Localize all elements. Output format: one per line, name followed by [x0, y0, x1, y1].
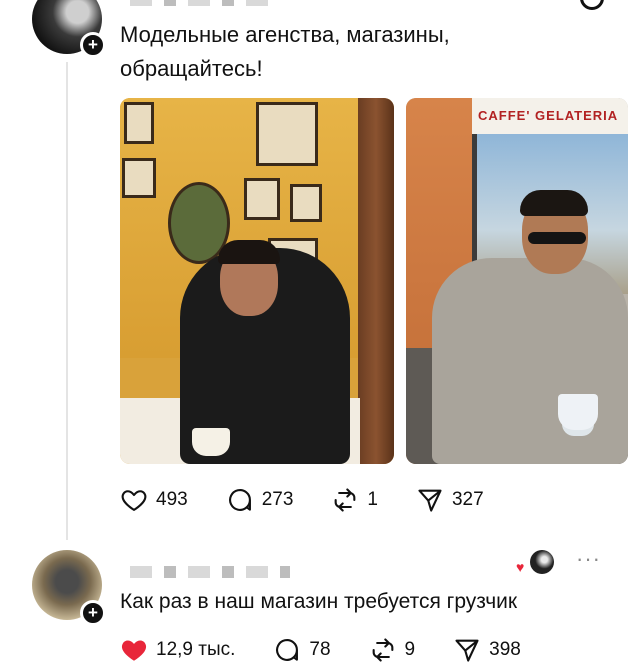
- like-button[interactable]: 12,9 тыс.: [120, 636, 235, 664]
- repost-count: 1: [367, 489, 378, 510]
- photo-cafe-sign: CAFFE' GELATERIA: [472, 98, 628, 134]
- like-button[interactable]: 493: [120, 486, 188, 514]
- photo-frame: [256, 102, 318, 166]
- share-button[interactable]: 327: [416, 486, 484, 514]
- like-count: 12,9 тыс.: [156, 639, 236, 660]
- repost-count: 9: [404, 639, 416, 660]
- reply-count: 273: [261, 489, 294, 510]
- heart-icon: [121, 490, 147, 511]
- liked-heart-icon: ♥: [516, 559, 525, 575]
- options-icon[interactable]: [580, 0, 604, 10]
- reply-count: 78: [309, 639, 331, 660]
- send-icon: [418, 489, 442, 512]
- like-count: 493: [156, 489, 188, 510]
- post-text: Модельные агенства, магазины, обращайтес…: [120, 22, 450, 81]
- send-icon: [455, 639, 479, 662]
- photo-frame: [124, 102, 154, 144]
- thread-line: [66, 62, 68, 540]
- post-photo-1[interactable]: [120, 98, 394, 464]
- author-username-redacted[interactable]: [130, 0, 270, 6]
- photo-frame: [244, 178, 280, 220]
- repost-button[interactable]: 9: [369, 636, 416, 664]
- photo-cup: [558, 394, 598, 430]
- comment-icon: [276, 639, 299, 661]
- share-count: 327: [451, 489, 484, 510]
- reply-actions: 12,9 тыс. 78 9 398: [120, 636, 559, 664]
- heart-filled-icon: [121, 640, 147, 661]
- photo-sunglasses: [528, 232, 586, 244]
- reply-username-redacted[interactable]: [130, 566, 290, 578]
- more-icon[interactable]: ···: [576, 548, 601, 570]
- repost-icon: [335, 488, 356, 512]
- photo-frame: [122, 158, 156, 198]
- reply-text: Как раз в наш магазин требуется грузчик: [120, 590, 518, 613]
- follow-plus-icon[interactable]: +: [80, 600, 106, 626]
- share-button[interactable]: 398: [453, 636, 521, 664]
- follow-plus-icon[interactable]: +: [80, 32, 106, 58]
- photo-person-hair: [218, 240, 280, 264]
- photo-cup: [192, 428, 230, 456]
- liked-by-author-avatar: [530, 550, 554, 574]
- repost-icon: [372, 638, 393, 662]
- reply-button[interactable]: 273: [226, 486, 294, 514]
- post-photo-2[interactable]: CAFFE' GELATERIA: [406, 98, 628, 464]
- reply-button[interactable]: 78: [273, 636, 331, 664]
- photo-curtain: [358, 98, 394, 464]
- photo-frame: [290, 184, 322, 222]
- comment-icon: [228, 489, 251, 511]
- share-count: 398: [489, 639, 521, 660]
- photo-person: [432, 258, 628, 464]
- repost-button[interactable]: 1: [331, 486, 378, 514]
- post-actions: 493 273 1 327: [120, 486, 522, 514]
- photo-person-hair: [520, 190, 588, 216]
